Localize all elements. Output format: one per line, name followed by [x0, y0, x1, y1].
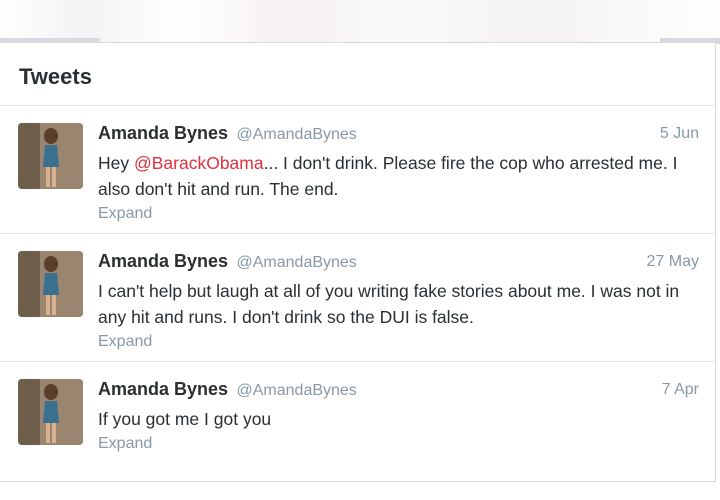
expand-link[interactable]: Expand — [98, 435, 152, 453]
tweet-text: Hey @BarackObama... I don't drink. Pleas… — [98, 150, 703, 202]
tweet-meta: Amanda Bynes @AmandaBynes 27 May — [98, 251, 699, 275]
author-name[interactable]: Amanda Bynes — [98, 379, 228, 399]
author-handle[interactable]: @AmandaBynes — [237, 254, 357, 271]
avatar[interactable] — [18, 379, 83, 445]
mention-link[interactable]: @BarackObama — [134, 153, 264, 173]
tweet-text-part: Hey — [98, 153, 134, 173]
tweet-item[interactable]: Amanda Bynes @AmandaBynes 7 Apr If you g… — [0, 362, 715, 472]
expand-link[interactable]: Expand — [98, 205, 152, 223]
author-handle[interactable]: @AmandaBynes — [237, 126, 357, 143]
tweets-header: Tweets — [0, 43, 715, 106]
tweet-date[interactable]: 7 Apr — [662, 381, 699, 399]
tweet-text: If you got me I got you — [98, 409, 272, 429]
author-handle[interactable]: @AmandaBynes — [237, 382, 357, 399]
tweet-meta: Amanda Bynes @AmandaBynes 7 Apr — [98, 379, 699, 403]
tweet-meta: Amanda Bynes @AmandaBynes 5 Jun — [98, 123, 699, 147]
tweet-date[interactable]: 5 Jun — [660, 125, 699, 143]
section-title: Tweets — [19, 64, 92, 89]
expand-link[interactable]: Expand — [98, 333, 152, 351]
avatar[interactable] — [18, 123, 83, 189]
background-strip — [0, 0, 720, 44]
tweet-date[interactable]: 27 May — [647, 253, 699, 271]
avatar[interactable] — [18, 251, 83, 317]
background-strip — [0, 482, 720, 500]
author-name[interactable]: Amanda Bynes — [98, 123, 228, 143]
tweet-item[interactable]: Amanda Bynes @AmandaBynes 27 May I can't… — [0, 234, 715, 362]
tweet-item[interactable]: Amanda Bynes @AmandaBynes 5 Jun Hey @Bar… — [0, 106, 715, 234]
tweet-text: I can't help but laugh at all of you wri… — [98, 281, 680, 327]
author-name[interactable]: Amanda Bynes — [98, 251, 228, 271]
tweets-panel: Tweets Amanda Bynes @AmandaBynes 5 Jun H… — [0, 42, 716, 482]
